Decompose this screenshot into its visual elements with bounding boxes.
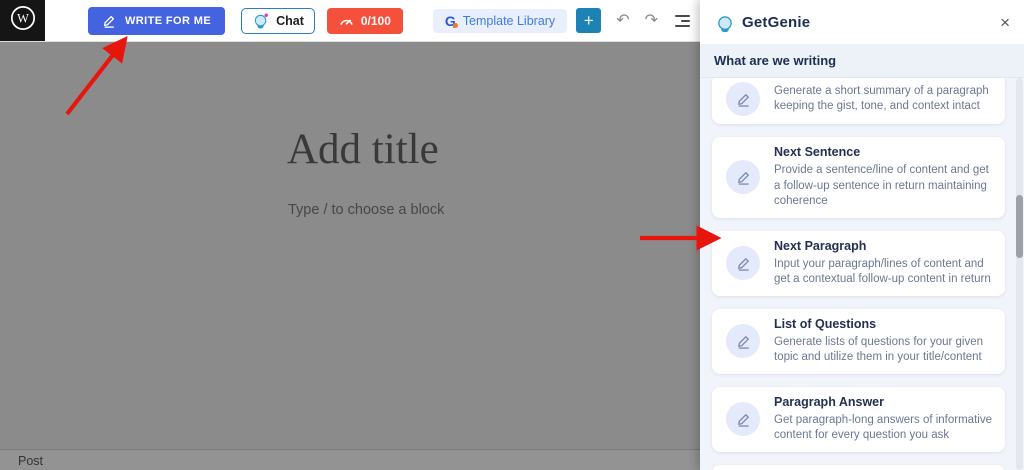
wordpress-logo-button[interactable]: W [0, 0, 45, 41]
plus-icon: + [583, 11, 594, 30]
template-card[interactable]: Next Sentence Provide a sentence/line of… [712, 137, 1005, 218]
panel-scrollbar[interactable] [1016, 78, 1023, 470]
gauge-icon [339, 15, 354, 26]
editor-footer: Post [0, 449, 718, 470]
template-title: Next Paragraph [774, 238, 867, 253]
template-description: Input your paragraph/lines of content an… [774, 257, 991, 286]
template-library-label: Template Library [462, 13, 556, 28]
template-card[interactable]: Next Paragraph Input your paragraph/line… [712, 230, 1005, 296]
undo-button[interactable]: ↶ [616, 11, 630, 29]
section-title: What are we writing [714, 53, 837, 68]
template-title: List of Questions [774, 316, 877, 331]
block-placeholder[interactable]: Type / to choose a block [288, 202, 444, 218]
getgenie-g-icon: G [444, 12, 458, 29]
chat-button[interactable]: Chat [241, 7, 315, 34]
template-title: Next Sentence [774, 145, 861, 159]
post-type-label: Post [18, 453, 44, 468]
close-panel-button[interactable]: × [1000, 14, 1010, 31]
pencil-icon [726, 324, 760, 358]
template-list: Generate a short summary of a paragraph … [700, 78, 1024, 470]
template-description: Generate a short summary of a paragraph … [774, 84, 989, 113]
panel-section-header: What are we writing [700, 44, 1024, 78]
wordpress-w-glyph: W [17, 12, 29, 26]
getgenie-title: GetGenie [742, 13, 811, 31]
editor-canvas[interactable]: Add title Type / to choose a block [0, 41, 700, 449]
close-icon: × [1000, 12, 1010, 32]
write-for-me-button[interactable]: WRITE FOR ME [88, 6, 226, 35]
scrollbar-thumb[interactable] [1016, 195, 1023, 258]
genie-mascot-icon [714, 11, 736, 33]
genie-icon [252, 12, 270, 30]
pencil-icon [726, 246, 760, 280]
template-text: Generate a short summary of a paragraph … [774, 84, 993, 115]
template-text: Next Paragraph Input your paragraph/line… [774, 239, 993, 288]
wordpress-icon: W [10, 5, 36, 36]
template-card[interactable]: List of Questions Generate lists of ques… [712, 308, 1005, 374]
write-for-me-label: WRITE FOR ME [125, 14, 212, 27]
template-text: List of Questions Generate lists of ques… [774, 317, 993, 366]
credits-button[interactable]: 0/100 [326, 7, 403, 34]
panel-header: GetGenie × [700, 0, 1024, 44]
pencil-icon [726, 160, 760, 195]
template-library-button[interactable]: G Template Library [432, 8, 568, 33]
getgenie-logo: GetGenie [714, 11, 810, 33]
pencil-icon [726, 82, 760, 116]
block-inserter-button[interactable]: + [576, 8, 602, 33]
template-description: Generate lists of questions for your giv… [774, 335, 984, 364]
undo-icon: ↶ [616, 11, 630, 29]
pencil-icon [102, 14, 116, 28]
redo-icon: ↷ [644, 11, 658, 29]
template-description: Get paragraph-long answers of informativ… [774, 413, 992, 442]
template-card[interactable]: Paragraph Answer Get paragraph-long answ… [712, 386, 1005, 452]
post-title-placeholder[interactable]: Add title [287, 125, 439, 174]
credits-label: 0/100 [360, 13, 391, 28]
wordpress-editor-window: W WRITE FOR ME Chat 0/100 G Template Lib… [0, 0, 1024, 470]
template-card[interactable]: Generate a short summary of a paragraph … [712, 78, 1005, 124]
template-text: Next Sentence Provide a sentence/line of… [774, 145, 993, 210]
pencil-icon [726, 402, 760, 436]
template-description: Provide a sentence/line of content and g… [774, 164, 989, 207]
redo-button[interactable]: ↷ [644, 11, 658, 29]
document-overview-button[interactable] [675, 14, 690, 27]
chat-label: Chat [276, 13, 304, 28]
list-icon [675, 14, 690, 17]
template-card[interactable]: Summary Bullets Get a bulleted list of s… [712, 464, 1005, 470]
template-title: Paragraph Answer [774, 394, 884, 409]
template-text: Paragraph Answer Get paragraph-long answ… [774, 395, 993, 444]
editor-toolbar: W WRITE FOR ME Chat 0/100 G Template Lib… [0, 0, 700, 42]
getgenie-panel: GetGenie × What are we writing Generate … [700, 0, 1024, 470]
